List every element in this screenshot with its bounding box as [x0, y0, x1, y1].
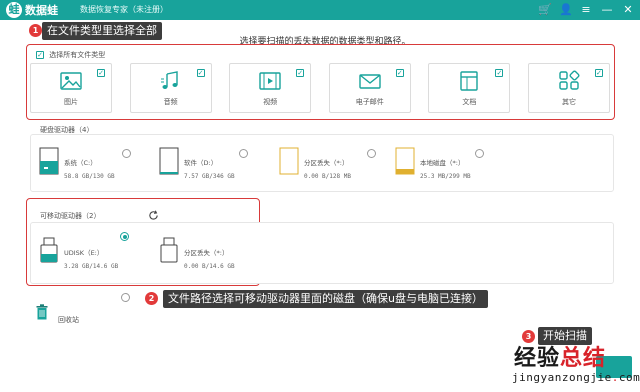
select-all-label: 选择所有文件类型: [49, 51, 106, 59]
drive-size: 0.00 B/128 MB: [304, 173, 351, 180]
removable-drives-panel: UDISK（E:） 3.28 GB/14.6 GB 分区丢失（*:） 0.00 …: [30, 222, 614, 284]
file-type-video[interactable]: ✓ 视频: [229, 63, 312, 113]
drive-udisk[interactable]: UDISK（E:） 3.28 GB/14.6 GB: [39, 237, 139, 277]
drive-c-radio[interactable]: [122, 149, 131, 158]
drive-name: 系统（C:）: [64, 159, 97, 167]
image-checkbox[interactable]: ✓: [97, 69, 105, 77]
drive-name: 分区丢失（*:）: [184, 249, 229, 257]
drive-d-radio[interactable]: [239, 149, 248, 158]
hard-drive-icon: [159, 147, 179, 175]
drive-name: 本地磁盘（*:）: [420, 159, 465, 167]
file-type-image[interactable]: ✓ 图片: [30, 63, 112, 113]
trash-icon[interactable]: [36, 304, 48, 320]
watermark-url-part: jingyanzongjie: [512, 371, 612, 384]
drive-size: 25.3 MB/299 MB: [420, 173, 471, 180]
hard-drive-icon: [39, 147, 59, 175]
watermark-part: 总结: [560, 346, 607, 371]
usb-drive-icon: [40, 237, 58, 263]
titlebar-icons: 🛒 👤 ≡ — ✕: [538, 3, 634, 17]
hard-drive-icon: [279, 147, 299, 175]
removable-drives-label: 可移动驱动器（2）: [40, 212, 101, 220]
other-icon: [559, 70, 580, 90]
file-type-label: 电子邮件: [355, 98, 384, 106]
file-type-other[interactable]: ✓ 其它: [527, 63, 610, 113]
close-icon[interactable]: ✕: [622, 3, 634, 17]
document-checkbox[interactable]: ✓: [495, 69, 504, 77]
drive-name: UDISK（E:）: [64, 249, 104, 257]
select-all-checkbox[interactable]: ✓: [36, 51, 44, 59]
menu-icon[interactable]: ≡: [580, 3, 592, 17]
file-type-label: 图片: [64, 98, 78, 106]
audio-icon: [160, 71, 178, 89]
email-checkbox[interactable]: ✓: [395, 69, 404, 77]
file-type-label: 音频: [163, 98, 178, 106]
video-checkbox[interactable]: ✓: [296, 69, 305, 77]
minimize-icon[interactable]: —: [601, 3, 613, 17]
drive-name: 分区丢失（*:）: [304, 159, 349, 167]
file-type-document[interactable]: ✓ 文档: [428, 63, 511, 113]
file-type-list: ✓ 图片 ✓ 音频 ✓ 视频 ✓ 电子邮件 ✓ 文档 ✓ 其它: [30, 63, 610, 115]
drive-name: 软件（D:）: [184, 159, 218, 167]
app-name: 数据蛙: [25, 4, 58, 17]
app-subtitle: 数据恢复专家（未注册）: [80, 5, 168, 14]
usb-drive-icon: [160, 237, 178, 263]
file-type-label: 文档: [462, 98, 477, 106]
watermark-title: 经验总结: [514, 340, 606, 372]
other-checkbox[interactable]: ✓: [594, 69, 603, 77]
file-type-email[interactable]: ✓ 电子邮件: [328, 63, 411, 113]
drive-size: 58.8 GB/130 GB: [64, 173, 115, 180]
file-type-audio[interactable]: ✓ 音频: [129, 63, 212, 113]
drive-udisk-radio[interactable]: [120, 232, 129, 241]
drive-size: 7.57 GB/346 GB: [184, 173, 235, 180]
refresh-icon[interactable]: [148, 210, 159, 221]
app-logo: 蛙 数据蛙: [6, 2, 58, 18]
hard-drives-panel: 系统（C:） 58.8 GB/130 GB 软件（D:） 7.57 GB/346…: [30, 134, 614, 192]
path-radio[interactable]: [121, 293, 130, 302]
hard-drive-icon: [395, 147, 415, 175]
video-icon: [259, 72, 281, 90]
document-icon: [460, 71, 479, 91]
drive-lost-partition[interactable]: 分区丢失（*:） 0.00 B/128 MB: [279, 147, 379, 187]
drive-size: 0.00 B/14.6 GB: [184, 263, 235, 270]
image-icon: [60, 72, 82, 90]
recycle-bin-label: 回收站: [58, 316, 79, 324]
drive-local-radio[interactable]: [475, 149, 484, 158]
file-type-label: 视频: [263, 98, 278, 106]
watermark: 经验总结 jingyanzongjie.com: [480, 340, 640, 392]
watermark-url-dot: .: [611, 371, 619, 384]
step-2-marker: 2: [145, 292, 158, 305]
cart-icon[interactable]: 🛒: [538, 3, 552, 17]
title-bar: 蛙 数据蛙 数据恢复专家（未注册） 🛒 👤 ≡ — ✕: [0, 0, 640, 20]
email-icon: [359, 74, 381, 89]
watermark-url-part: com: [618, 371, 640, 384]
drive-size: 3.28 GB/14.6 GB: [64, 263, 119, 270]
file-type-label: 其它: [561, 98, 576, 106]
watermark-part: 经验: [514, 346, 561, 371]
drive-removable-lost[interactable]: 分区丢失（*:） 0.00 B/14.6 GB: [159, 237, 259, 277]
audio-checkbox[interactable]: ✓: [196, 69, 205, 77]
frog-logo-icon: 蛙: [6, 2, 22, 18]
watermark-url: jingyanzongjie.com: [512, 371, 640, 384]
drive-lost-radio[interactable]: [367, 149, 376, 158]
step-2-callout: 文件路径选择可移动驱动器里面的磁盘（确保u盘与电脑已连接）: [163, 290, 488, 308]
user-icon[interactable]: 👤: [559, 3, 573, 17]
select-all-types[interactable]: ✓ 选择所有文件类型: [36, 50, 105, 60]
